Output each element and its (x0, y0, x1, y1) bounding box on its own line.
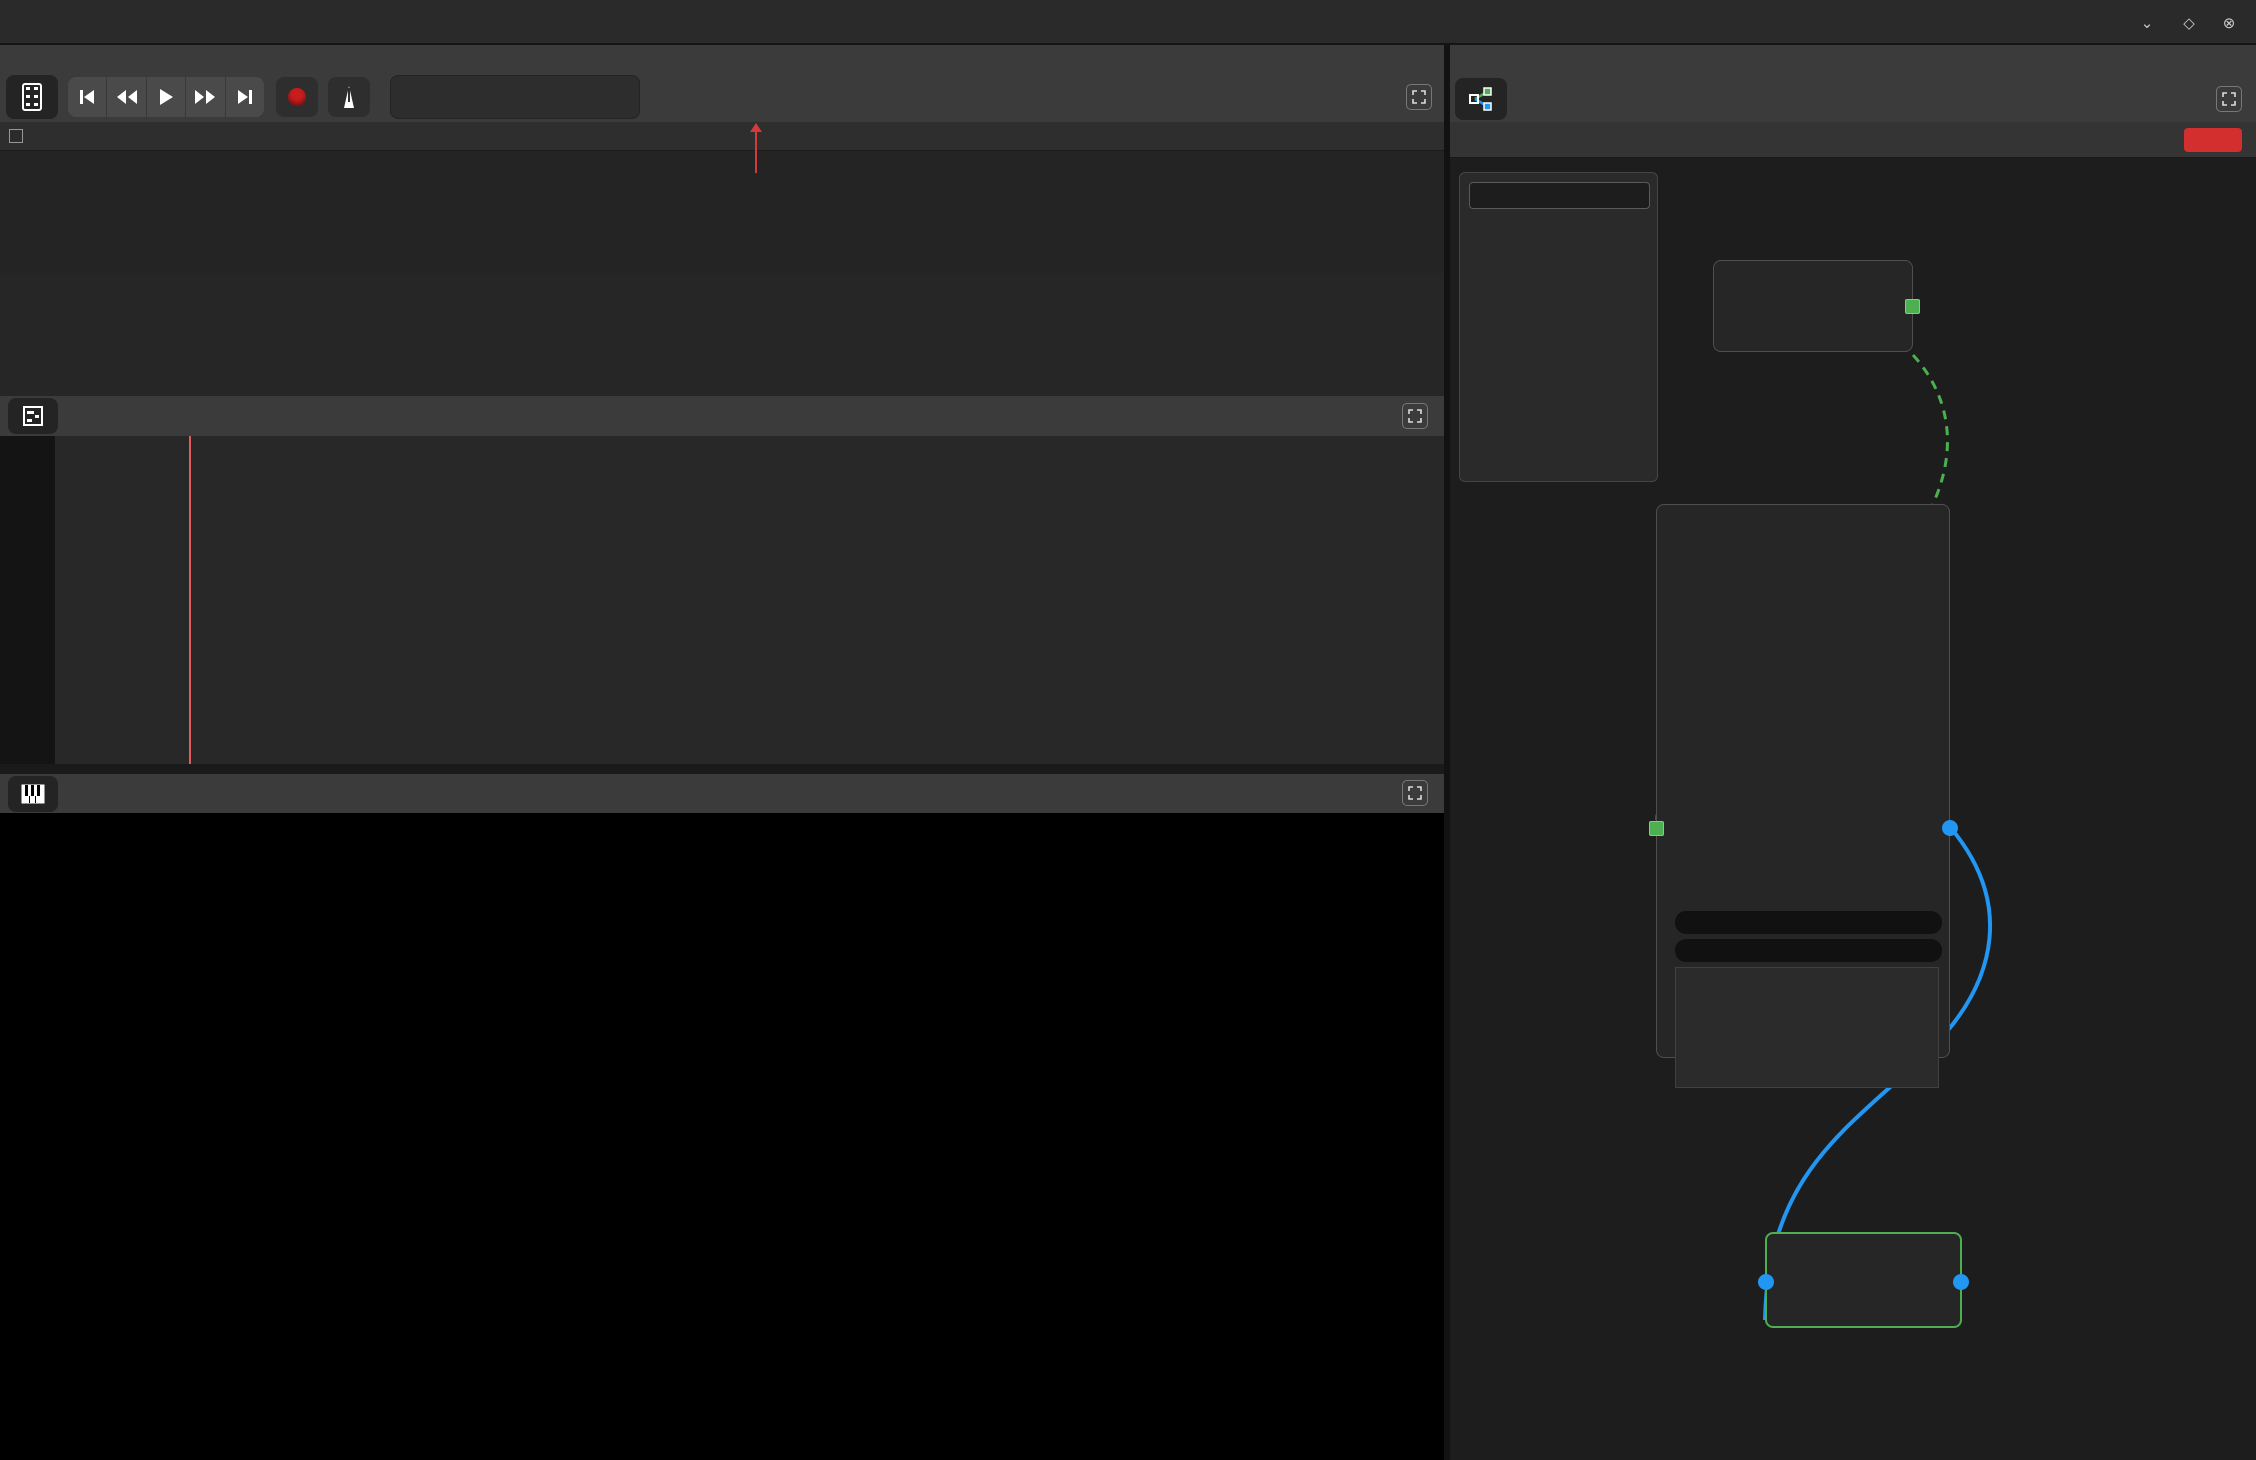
film-button[interactable] (6, 75, 58, 119)
transport-display (390, 75, 640, 119)
keyboard-header (0, 774, 1444, 813)
audio-out-port[interactable] (1953, 1274, 1969, 1290)
clear-button[interactable] (2184, 128, 2242, 152)
piano-roll-expand-button[interactable] (1402, 403, 1428, 429)
add-sample-layer-button[interactable] (1675, 911, 1942, 934)
node-palette (1459, 172, 1658, 482)
timeline-ruler[interactable] (0, 122, 1444, 151)
record-button[interactable] (276, 77, 318, 117)
expand-icon (1408, 786, 1422, 800)
piano-roll[interactable] (0, 436, 1444, 764)
timeline-expand-button[interactable] (1406, 84, 1432, 110)
audio-in-port[interactable] (1758, 1274, 1774, 1290)
metronome-icon (342, 86, 356, 108)
title-bar: ⌄ ◇ ⊗ (0, 0, 2256, 45)
graph-title-bar (1450, 122, 2256, 158)
virtual-keyboard (0, 813, 1444, 1460)
skip-start-button[interactable] (68, 77, 107, 117)
piano-roll-mode-button[interactable] (8, 398, 58, 434)
instrument-graph-panel (1450, 45, 2256, 1460)
skip-end-icon (237, 90, 253, 104)
minimize-icon[interactable]: ⌄ (2134, 10, 2160, 36)
timeline-empty-area[interactable] (0, 273, 1444, 396)
toolbar (4, 75, 1444, 121)
fast-forward-button[interactable] (186, 77, 225, 117)
metronome-button[interactable] (328, 77, 370, 117)
playhead-marker[interactable] (755, 125, 757, 173)
node-midi-input[interactable] (1713, 260, 1913, 352)
midi-in-port[interactable] (1649, 821, 1664, 836)
piano-roll-icon (22, 405, 44, 427)
skip-end-button[interactable] (226, 77, 264, 117)
audio-out-port[interactable] (1942, 820, 1958, 836)
node-audio-output[interactable] (1765, 1232, 1962, 1328)
close-icon[interactable]: ⊗ (2216, 10, 2242, 36)
piano-roll-keys (0, 436, 55, 764)
section-gap (0, 764, 1444, 774)
sample-table (1675, 967, 1939, 1088)
midi-out-port[interactable] (1905, 299, 1920, 314)
expand-icon (2222, 92, 2236, 106)
skip-start-icon (79, 90, 95, 104)
graph-toolbar (1450, 45, 2256, 122)
expand-icon (1408, 409, 1422, 423)
node-multi-sampler[interactable] (1656, 504, 1950, 1058)
record-icon (288, 88, 306, 106)
keyboard-mode-button[interactable] (8, 776, 58, 812)
maximize-icon[interactable]: ◇ (2176, 10, 2202, 36)
graph-mode-button[interactable] (1455, 78, 1507, 120)
node-graph-icon (1468, 87, 1494, 111)
play-button[interactable] (147, 77, 186, 117)
fast-forward-icon (195, 90, 215, 104)
import-folder-button[interactable] (1675, 939, 1942, 962)
graph-expand-button[interactable] (2216, 86, 2242, 112)
piano-roll-header (0, 396, 1444, 436)
expand-icon (1412, 90, 1426, 104)
rewind-icon (117, 90, 137, 104)
snap-checkbox[interactable] (9, 129, 23, 143)
piano-keys-icon (21, 784, 45, 804)
rewind-button[interactable] (107, 77, 146, 117)
film-icon (20, 83, 44, 111)
search-input[interactable] (1469, 182, 1650, 209)
keyboard-expand-button[interactable] (1402, 780, 1428, 806)
piano-roll-playhead (189, 436, 191, 764)
transport-group (68, 77, 264, 117)
play-icon (159, 89, 173, 105)
track-list (0, 151, 1444, 273)
app-window: ⌄ ◇ ⊗ (0, 0, 2256, 1460)
